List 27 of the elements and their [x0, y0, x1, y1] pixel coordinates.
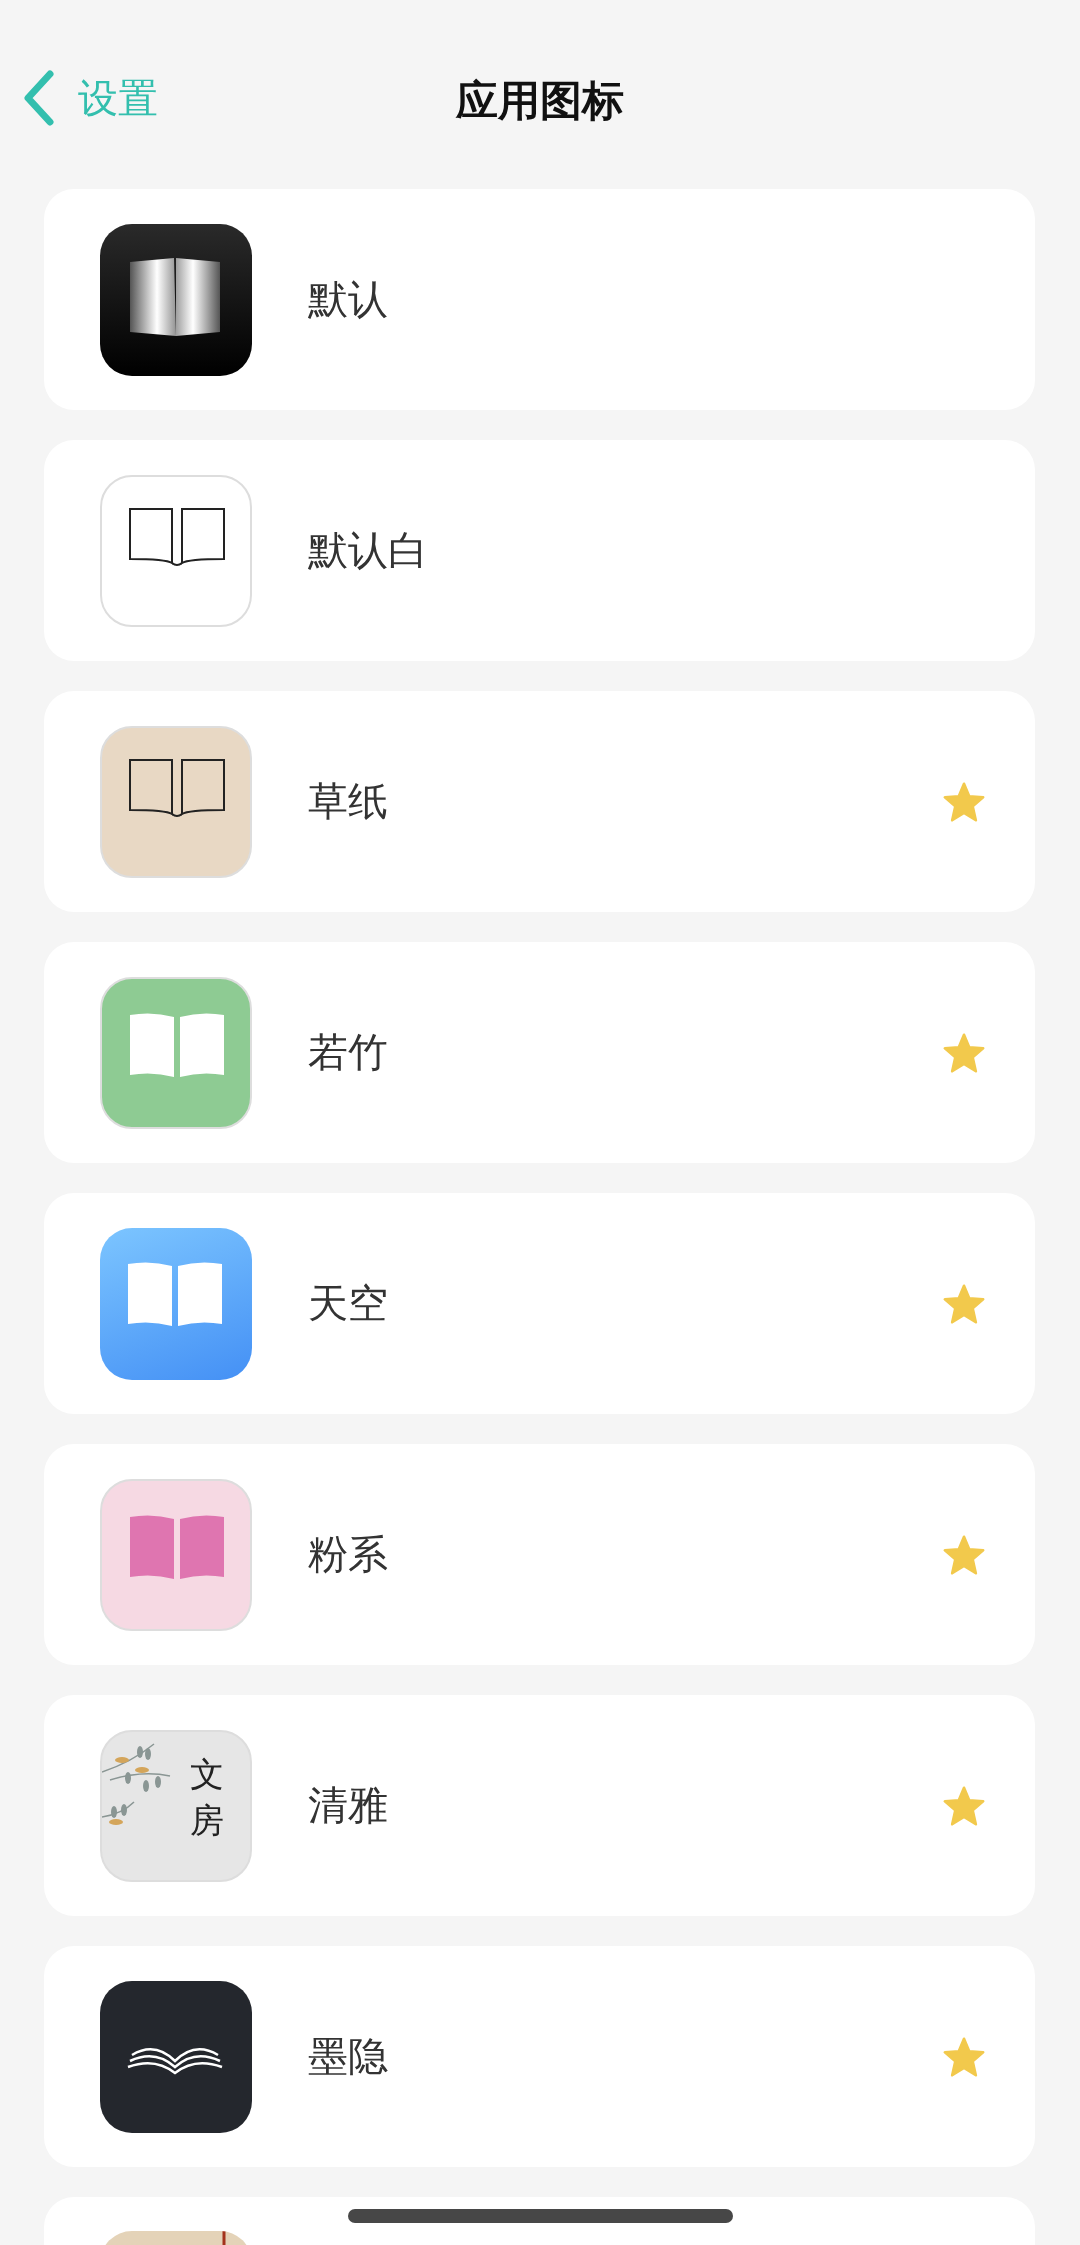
icon-name: 草纸 [308, 777, 389, 826]
icon-option-card[interactable]: 默认白 [44, 440, 1035, 661]
icon-option-card[interactable]: 天空 [44, 1193, 1035, 1414]
icon-name: 墨隐 [308, 2032, 389, 2081]
icon-name: 粉系 [308, 1530, 389, 1579]
icon-caption: 文房 [190, 1752, 224, 1842]
icon-name: 默认白 [308, 526, 429, 575]
icon-option-card[interactable]: 若竹 [44, 942, 1035, 1163]
book-icon [129, 758, 225, 817]
book-icon [127, 2047, 223, 2074]
book-icon [128, 1261, 222, 1326]
icon-name: 清雅 [308, 1781, 389, 1830]
chevron-left-icon [22, 70, 56, 126]
icon-name: 默认 [308, 275, 389, 324]
page-title: 应用图标 [456, 74, 624, 127]
book-icon [130, 1514, 224, 1579]
icon-name: 天空 [308, 1279, 389, 1328]
line-icon [222, 2231, 226, 2245]
book-icon [130, 1012, 224, 1077]
book-icon [130, 257, 220, 336]
icon-option-card[interactable]: 默认 [44, 189, 1035, 410]
book-icon [129, 507, 225, 566]
icon-name: 若竹 [308, 1028, 389, 1077]
icon-option-card[interactable]: 粉系 [44, 1444, 1035, 1665]
icon-option-card[interactable]: 草纸 [44, 691, 1035, 912]
icon-option-card[interactable]: 墨隐 [44, 1946, 1035, 2167]
icon-option-card[interactable]: 文房 清雅 [44, 1695, 1035, 1916]
